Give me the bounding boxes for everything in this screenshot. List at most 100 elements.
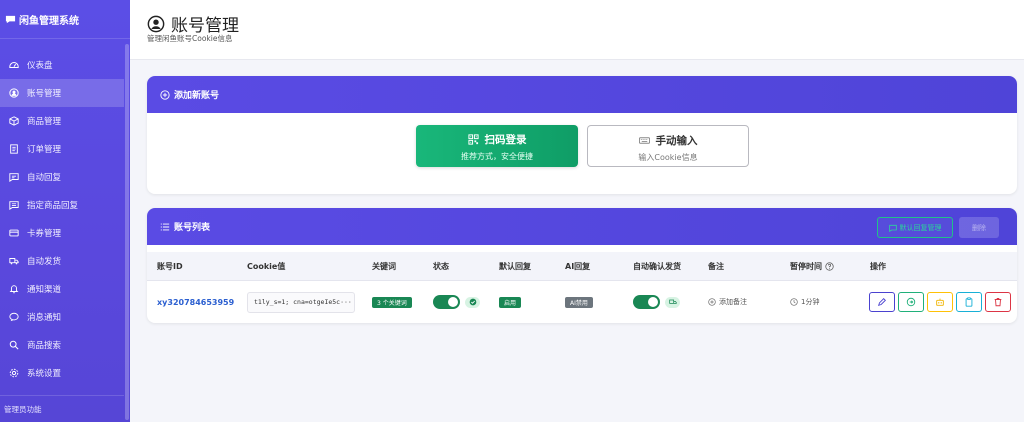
sidebar-item-label: 订单管理 bbox=[27, 145, 62, 155]
chat-text-icon bbox=[9, 201, 19, 210]
trash-icon bbox=[994, 298, 1002, 307]
manual-input-label: 手动输入 bbox=[655, 135, 698, 147]
qr-login-button[interactable]: 扫码登录 推荐方式，安全便捷 bbox=[416, 125, 578, 167]
ai-reply-badge: AI禁用 bbox=[565, 296, 593, 308]
copy-button[interactable] bbox=[956, 292, 982, 312]
chat-icon bbox=[888, 224, 897, 232]
account-list-title: 账号列表 bbox=[174, 223, 211, 233]
table-row: xy320784653959 t1ly_s=1; cna=otgeIe5c···… bbox=[147, 281, 1017, 323]
sidebar-item-label: 卡券管理 bbox=[27, 229, 62, 239]
refresh-button[interactable] bbox=[898, 292, 924, 312]
clipboard-icon bbox=[965, 297, 973, 307]
auto-confirm-toggle[interactable] bbox=[633, 295, 660, 309]
cookie-value[interactable]: t1ly_s=1; cna=otgeIe5c··· bbox=[247, 291, 355, 313]
keywords-badge[interactable]: 3 个关键词 bbox=[372, 296, 412, 308]
sidebar-item-label: 商品搜索 bbox=[27, 341, 62, 351]
col-cookie: Cookie值 bbox=[247, 262, 286, 271]
pause-time-value: 1分钟 bbox=[790, 297, 819, 307]
brand-title: 闲鱼管理系统 bbox=[19, 15, 79, 27]
list-header-actions: 默认回复管理 删除 bbox=[877, 217, 999, 238]
pause-time-label: 1分钟 bbox=[801, 298, 820, 306]
account-id-link[interactable]: xy320784653959 bbox=[157, 298, 234, 307]
sidebar-nav: 仪表盘 账号管理 商品管理 订单管理 自动回复 指定商品回复 卡券管理 自动发货… bbox=[0, 51, 124, 387]
sidebar-item-search[interactable]: 商品搜索 bbox=[0, 331, 124, 359]
sidebar: 闲鱼管理系统 仪表盘 账号管理 商品管理 订单管理 自动回复 指定商品回复 卡券… bbox=[0, 0, 130, 422]
page-subtitle: 管理闲鱼账号Cookie信息 bbox=[147, 34, 233, 43]
sidebar-item-settings[interactable]: 系统设置 bbox=[0, 359, 124, 387]
status-toggle[interactable] bbox=[433, 295, 460, 309]
receipt-icon bbox=[10, 144, 18, 154]
arrow-circle-icon bbox=[906, 297, 916, 307]
add-account-title: 添加新账号 bbox=[174, 91, 220, 101]
truck-icon bbox=[9, 258, 19, 265]
add-account-header: 添加新账号 bbox=[147, 76, 1017, 113]
sidebar-item-auto-reply[interactable]: 自动回复 bbox=[0, 163, 124, 191]
col-actions: 操作 bbox=[870, 262, 886, 271]
brand: 闲鱼管理系统 bbox=[0, 0, 130, 38]
ai-settings-button[interactable] bbox=[927, 292, 953, 312]
sidebar-item-label: 账号管理 bbox=[27, 89, 62, 99]
sidebar-item-notify-channels[interactable]: 通知渠道 bbox=[0, 275, 124, 303]
sidebar-item-item-reply[interactable]: 指定商品回复 bbox=[0, 191, 124, 219]
col-keywords: 关键词 bbox=[372, 262, 396, 271]
qr-login-sub: 推荐方式，安全便捷 bbox=[461, 152, 533, 161]
add-note-link[interactable]: 添加备注 bbox=[708, 297, 747, 307]
keyboard-icon bbox=[638, 137, 650, 144]
truck-icon bbox=[668, 299, 677, 304]
bell-icon bbox=[9, 285, 19, 294]
col-pause-time-label: 暂停时间 bbox=[790, 262, 822, 271]
sidebar-item-label: 通知渠道 bbox=[27, 285, 62, 295]
col-default-reply: 默认回复 bbox=[499, 262, 531, 271]
default-reply-badge: 启用 bbox=[499, 296, 522, 308]
account-list-card: 账号列表 默认回复管理 删除 账号ID Cookie值 关键词 状态 默认回复 … bbox=[147, 208, 1017, 323]
check-circle-icon bbox=[469, 298, 476, 306]
manual-input-sub: 输入Cookie信息 bbox=[638, 153, 698, 162]
sidebar-item-cards[interactable]: 卡券管理 bbox=[0, 219, 124, 247]
chat-icon bbox=[9, 173, 19, 182]
user-circle-icon bbox=[9, 88, 19, 98]
sidebar-scrollbar[interactable] bbox=[125, 44, 129, 420]
manual-input-button[interactable]: 手动输入 输入Cookie信息 bbox=[587, 125, 749, 167]
search-icon bbox=[9, 340, 19, 350]
gear-icon bbox=[9, 368, 19, 378]
chat-bubble-icon bbox=[5, 15, 16, 23]
message-icon bbox=[9, 312, 19, 322]
col-ai-reply: AI回复 bbox=[565, 262, 591, 271]
robot-icon bbox=[936, 298, 944, 306]
dashboard-icon bbox=[9, 62, 19, 68]
sidebar-divider bbox=[0, 38, 130, 39]
plus-circle-icon bbox=[160, 89, 170, 100]
card-icon bbox=[9, 229, 19, 237]
add-note-label: 添加备注 bbox=[719, 298, 747, 306]
sidebar-item-label: 指定商品回复 bbox=[27, 201, 79, 211]
qr-code-icon bbox=[467, 134, 479, 145]
col-account-id: 账号ID bbox=[157, 262, 183, 271]
list-icon bbox=[160, 223, 170, 230]
sidebar-item-auto-delivery[interactable]: 自动发货 bbox=[0, 247, 124, 275]
box-icon bbox=[9, 116, 19, 126]
qr-login-label: 扫码登录 bbox=[484, 134, 527, 146]
status-ok-badge bbox=[465, 296, 480, 308]
help-circle-icon[interactable] bbox=[825, 262, 834, 271]
col-pause-time: 暂停时间 bbox=[790, 261, 834, 272]
sidebar-item-label: 系统设置 bbox=[27, 369, 62, 379]
sidebar-item-label: 自动回复 bbox=[27, 173, 62, 183]
delete-button[interactable]: 删除 bbox=[959, 217, 999, 238]
add-account-card: 添加新账号 扫码登录 推荐方式，安全便捷 手动输入 输入Cookie信息 bbox=[147, 76, 1017, 194]
sidebar-item-products[interactable]: 商品管理 bbox=[0, 107, 124, 135]
sidebar-item-label: 商品管理 bbox=[27, 117, 62, 127]
edit-button[interactable] bbox=[869, 292, 895, 312]
delete-row-button[interactable] bbox=[985, 292, 1011, 312]
sidebar-item-orders[interactable]: 订单管理 bbox=[0, 135, 124, 163]
sidebar-item-dashboard[interactable]: 仪表盘 bbox=[0, 51, 124, 79]
sidebar-item-accounts[interactable]: 账号管理 bbox=[0, 79, 124, 107]
sidebar-item-label: 自动发货 bbox=[27, 257, 62, 267]
plus-circle-icon bbox=[708, 298, 716, 306]
default-reply-button[interactable]: 默认回复管理 bbox=[877, 217, 953, 238]
col-status: 状态 bbox=[433, 262, 449, 271]
sidebar-item-messages[interactable]: 消息通知 bbox=[0, 303, 124, 331]
pencil-icon bbox=[877, 298, 886, 307]
sidebar-footer: 管理员功能 bbox=[0, 395, 124, 422]
clock-icon bbox=[790, 298, 798, 306]
table-header: 账号ID Cookie值 关键词 状态 默认回复 AI回复 自动确认发货 备注 … bbox=[147, 252, 1017, 281]
